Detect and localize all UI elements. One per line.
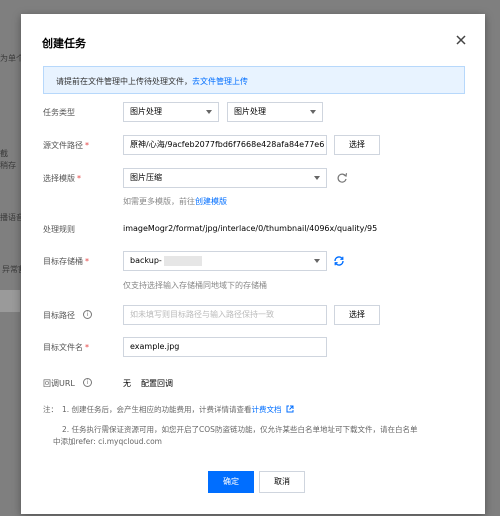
note-line-1: 1. 创建任务后，会产生相应的功能费用，计费详情请查看计费文档 [62,404,294,416]
sync-icon[interactable] [333,255,345,267]
info-icon[interactable]: i [83,310,92,319]
template-label: 选择模版 * [43,174,81,183]
target-bucket-label: 目标存储桶 * [43,257,89,266]
info-icon[interactable]: i [83,378,92,387]
bg-text-fragment: 截 [0,149,8,158]
redacted-bucket-name [163,255,202,266]
target-path-input[interactable]: 如未填写则目标路径与输入路径保持一致 [123,305,327,325]
note-line-2a: 2. 任务执行需保证资源可用，如您开启了COS防盗链功能，仅允许某些白名单地址可… [62,425,418,434]
close-icon[interactable] [453,32,469,48]
billing-doc-link[interactable]: 计费文档 [252,405,282,414]
create-task-dialog: 创建任务 请提前在文件管理中上传待处理文件，去文件管理上传 任务类型 图片处理 … [21,14,485,514]
callback-label: 回调URL [43,379,75,388]
target-filename-label: 目标文件名 * [43,343,89,352]
task-type-label: 任务类型 [43,108,75,117]
create-template-link[interactable]: 创建模版 [195,197,227,206]
configure-callback-link[interactable]: 配置回调 [141,378,173,389]
target-bucket-hint: 仅支持选择输入存储桶同地域下的存储桶 [123,281,267,290]
file-manager-link[interactable]: 去文件管理上传 [192,77,248,86]
template-hint: 如需更多模版，前往创建模版 [123,197,227,206]
refresh-icon[interactable] [336,172,348,184]
target-filename-input[interactable]: example.jpg [123,337,327,357]
note-line-2b: 中添加refer: ci.myqcloud.com [53,437,162,446]
bg-control [0,290,20,312]
notes-prefix: 注： [43,405,58,414]
source-path-label: 源文件路径 * [43,141,89,150]
task-subtype-select[interactable]: 图片处理 [227,102,323,122]
bg-text-fragment: 稍存 [0,161,16,170]
rule-label: 处理规则 [43,225,75,234]
cancel-button[interactable]: 取消 [259,471,305,493]
dialog-title: 创建任务 [42,37,86,50]
confirm-button[interactable]: 确定 [208,471,254,493]
source-path-select-button[interactable]: 选择 [334,135,380,155]
external-link-icon[interactable] [286,405,294,413]
notice-banner: 请提前在文件管理中上传待处理文件，去文件管理上传 [43,66,465,94]
rule-value: imageMogr2/format/jpg/interlace/0/thumbn… [123,224,378,233]
notice-text: 请提前在文件管理中上传待处理文件，去文件管理上传 [56,77,248,86]
target-path-label: 目标路径 [43,311,75,320]
callback-value: 无 [123,379,131,388]
target-path-select-button[interactable]: 选择 [334,305,380,325]
task-type-select[interactable]: 图片处理 [123,102,219,122]
target-bucket-select[interactable]: backup- [123,251,327,271]
template-select[interactable]: 图片压缩 [123,168,327,188]
source-path-input[interactable]: 原神/心海/9acfeb2077fbd6f7668e428afa84e77e6 [123,135,327,155]
